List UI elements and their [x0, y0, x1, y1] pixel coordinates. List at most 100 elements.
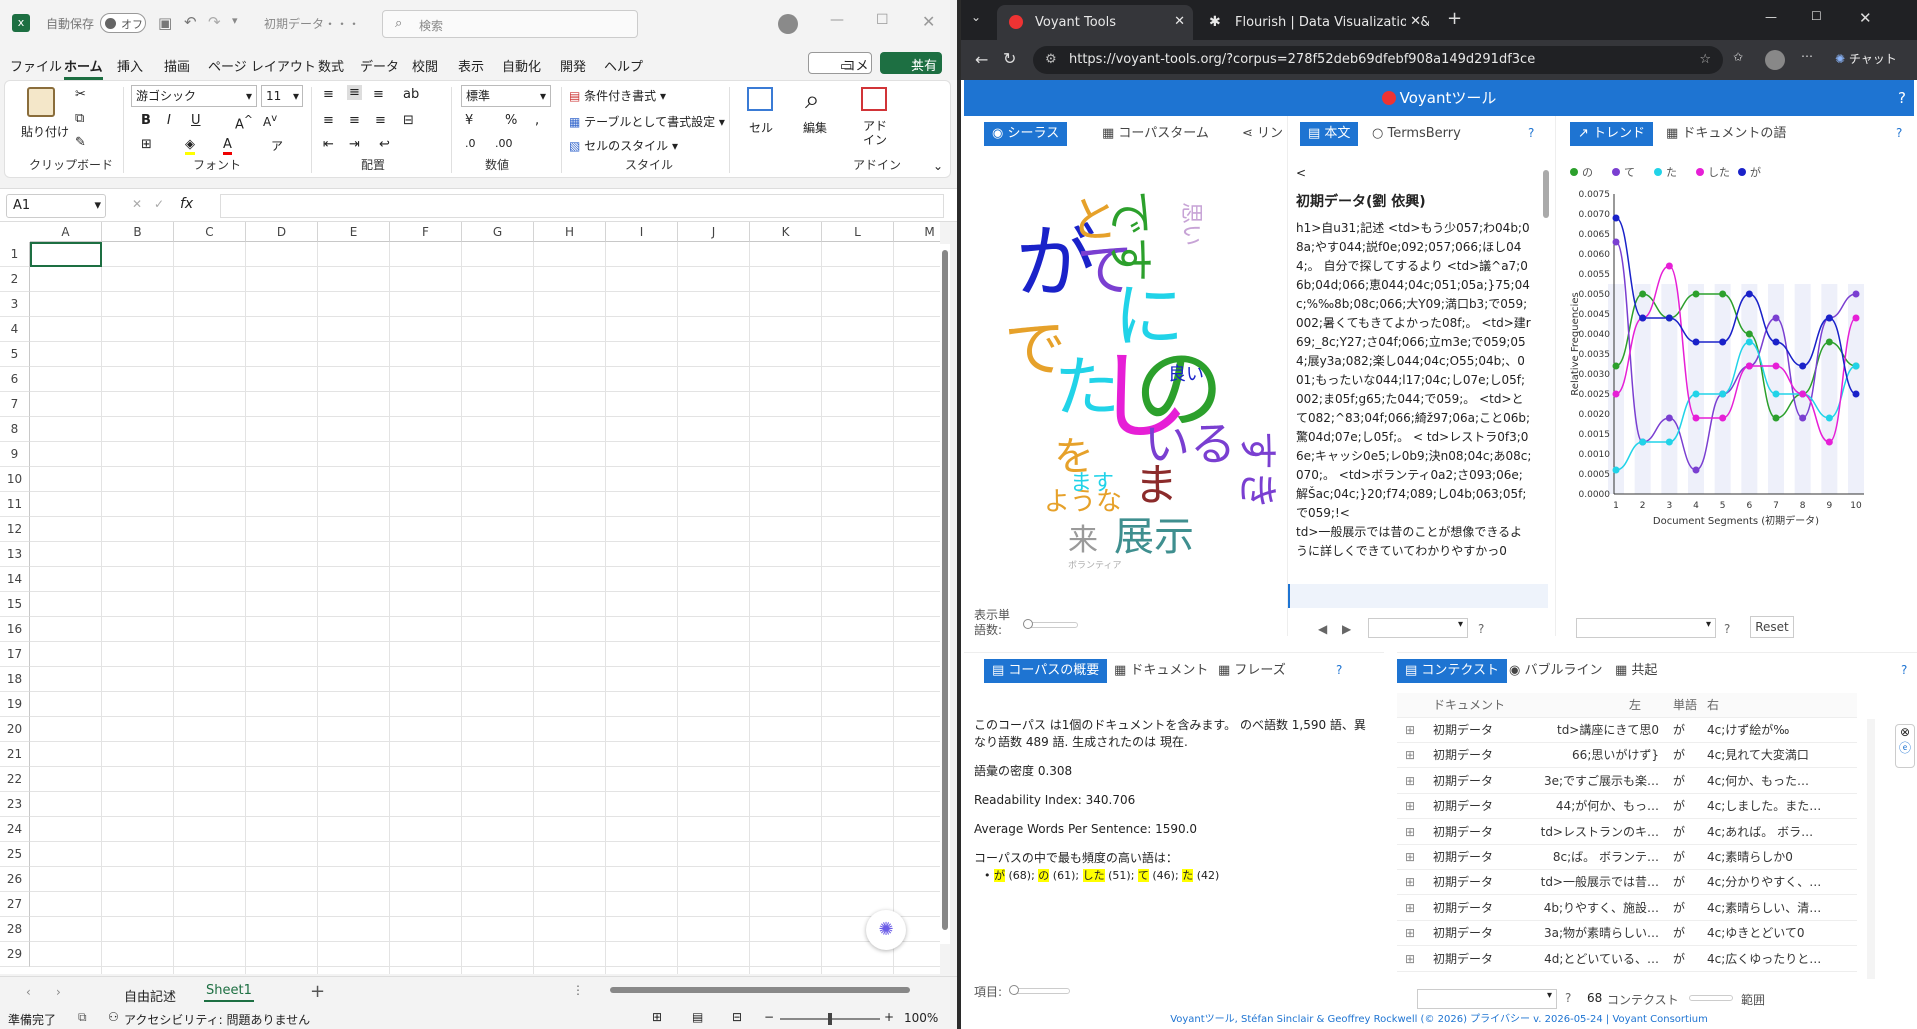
tab-phrases[interactable]: ▦ フレーズ [1210, 659, 1294, 683]
format-painter-icon[interactable]: ✎ [75, 135, 86, 150]
context-row[interactable]: ⊞ 初期データ 44;が何か、もっ… が 4c;しました。また… [1397, 794, 1857, 820]
tab-termsberry[interactable]: ○ TermsBerry [1364, 122, 1469, 146]
expand-icon[interactable]: ⊞ [1405, 896, 1415, 921]
sheet-tab-1[interactable]: 自由記述 [124, 986, 176, 1005]
data-point[interactable] [1665, 314, 1673, 322]
comma-icon[interactable]: , [535, 113, 539, 128]
legend-label[interactable]: の [1582, 166, 1593, 179]
align-right-icon[interactable]: ≡ [375, 113, 386, 128]
row-header[interactable]: 15 [0, 592, 30, 617]
trends-select[interactable]: ▾ [1576, 618, 1716, 638]
data-point[interactable] [1612, 466, 1620, 474]
italic-icon[interactable]: I [167, 113, 171, 128]
data-point[interactable] [1825, 338, 1833, 346]
cloud-word-omoi[interactable]: 思い [1178, 202, 1203, 246]
normal-view-icon[interactable]: ⊞ [652, 1010, 662, 1024]
tab-voyant[interactable]: Voyant Tools ✕ [997, 5, 1193, 40]
expand-icon[interactable]: ⊞ [1405, 794, 1415, 819]
tab-links[interactable]: ⋖ リン [1234, 122, 1291, 146]
legend-marker[interactable] [1612, 168, 1620, 176]
share-button[interactable]: ⇪ 共有 [880, 52, 942, 74]
data-point[interactable] [1799, 362, 1807, 370]
underline-icon[interactable]: U [191, 113, 201, 128]
zoom-slider[interactable] [780, 1013, 880, 1025]
expand-icon[interactable]: ⊞ [1405, 769, 1415, 794]
expand-icon[interactable]: ⊞ [1405, 947, 1415, 972]
row-header[interactable]: 25 [0, 842, 30, 867]
profile-avatar[interactable] [1765, 50, 1785, 70]
more-icon[interactable]: ⋮ [572, 983, 584, 997]
row-header[interactable]: 5 [0, 342, 30, 367]
top-word[interactable]: た [1182, 869, 1194, 882]
column-header[interactable]: K [750, 222, 822, 242]
context-row[interactable]: ⊞ 初期データ td>一般展示では昔… が 4c;分かりやすく、… [1397, 870, 1857, 896]
row-header[interactable]: 6 [0, 367, 30, 392]
font-color-icon[interactable]: A [223, 137, 232, 155]
context-row[interactable]: ⊞ 初期データ 3a;物が素晴らしい… が 4c;ゆきとどいて0 [1397, 921, 1857, 947]
percent-icon[interactable]: % [505, 113, 517, 128]
tab-contexts[interactable]: ▤ コンテクスト [1397, 659, 1508, 683]
row-header[interactable]: 17 [0, 642, 30, 667]
data-point[interactable] [1745, 362, 1753, 370]
save-icon[interactable]: ▣ [158, 14, 172, 32]
tab-summary[interactable]: ▤ コーパスの概要 [984, 659, 1108, 683]
address-bar[interactable]: ⚙ https://voyant-tools.org/?corpus=278f5… [1033, 46, 1723, 74]
align-middle-icon[interactable]: ≡ [347, 85, 362, 100]
expand-icon[interactable]: ⊞ [1405, 820, 1415, 845]
legend-marker[interactable] [1738, 168, 1746, 176]
column-header[interactable]: G [462, 222, 534, 242]
search-box[interactable]: ⌕ 検索 [382, 10, 638, 38]
grow-font-icon[interactable]: A^ [235, 113, 253, 132]
horizontal-scrollbar[interactable] [600, 985, 932, 995]
expand-icon[interactable]: ⊞ [1405, 870, 1415, 895]
data-point[interactable] [1612, 238, 1620, 246]
trend-chart[interactable]: の て た した が 0.0000 0.0005 0.0010 0.0015 0.0020 0.00… [1556, 156, 1912, 596]
currency-icon[interactable]: ¥ [465, 113, 473, 128]
expand-icon[interactable]: ⊞ [1405, 718, 1415, 743]
table-format-button[interactable]: ▦ テーブルとして書式設定 ▾ [569, 113, 725, 130]
row-header[interactable]: 20 [0, 717, 30, 742]
column-header[interactable]: E [318, 222, 390, 242]
tab-trends[interactable]: ↗ トレンド [1570, 122, 1654, 146]
data-point[interactable] [1719, 414, 1727, 422]
reader-options-help-icon[interactable]: ? [1478, 622, 1484, 636]
page-break-view-icon[interactable]: ⊟ [732, 1010, 742, 1024]
tab-cirrus[interactable]: ◉ シーラス [984, 122, 1068, 146]
row-header[interactable]: 4 [0, 317, 30, 342]
reader-prev-icon[interactable]: ◀ [1318, 622, 1327, 636]
legend-label[interactable]: て [1624, 166, 1635, 179]
column-header[interactable]: L [822, 222, 894, 242]
tab-bubblelines[interactable]: ◉ バブルライン [1501, 659, 1611, 683]
zoom-in-icon[interactable]: + [884, 1010, 894, 1024]
extension-icon[interactable]: ⓔ [1896, 739, 1914, 756]
selected-cell[interactable] [30, 242, 102, 267]
legend-label[interactable]: た [1666, 166, 1677, 179]
row-header[interactable]: 23 [0, 792, 30, 817]
summary-help-icon[interactable]: ? [1336, 663, 1342, 677]
contexts-scrollbar[interactable] [1867, 719, 1875, 979]
row-header[interactable]: 21 [0, 742, 30, 767]
items-slider[interactable] [1009, 985, 1070, 995]
top-word[interactable]: て [1137, 869, 1149, 882]
column-header[interactable]: C [174, 222, 246, 242]
data-point[interactable] [1719, 338, 1727, 346]
font-size-select[interactable]: 11 ▾ [261, 85, 303, 107]
browser-close-icon[interactable]: ✕ [1859, 9, 1872, 27]
copy-icon[interactable]: ⧉ [75, 111, 84, 126]
align-bottom-icon[interactable]: ≡ [373, 87, 384, 102]
context-size-slider[interactable] [1689, 995, 1733, 1001]
paste-button[interactable]: 貼り付け [21, 123, 69, 140]
row-header[interactable]: 2 [0, 267, 30, 292]
col-left[interactable]: 左 [1629, 693, 1641, 718]
legend-marker[interactable] [1570, 168, 1578, 176]
data-point[interactable] [1799, 414, 1807, 422]
tab-documents[interactable]: ▦ ドキュメント [1106, 659, 1216, 683]
row-header[interactable]: 29 [0, 942, 30, 967]
cloud-word-volunteer[interactable]: ボランティア [1068, 560, 1121, 570]
font-name-select[interactable]: 游ゴシック ▾ [131, 85, 257, 107]
decrease-indent-icon[interactable]: ⇤ [323, 137, 334, 152]
data-point[interactable] [1639, 314, 1647, 322]
doc-title[interactable]: 初期データ・・・ [264, 15, 360, 32]
sheet-grid[interactable]: A B C D E F G H I J K L M 1 2 3 4 5 6 7 8 9 10 11 12 13 14 15 16 17 18… [0, 222, 940, 974]
tab-insert[interactable]: 挿入 [117, 56, 143, 75]
